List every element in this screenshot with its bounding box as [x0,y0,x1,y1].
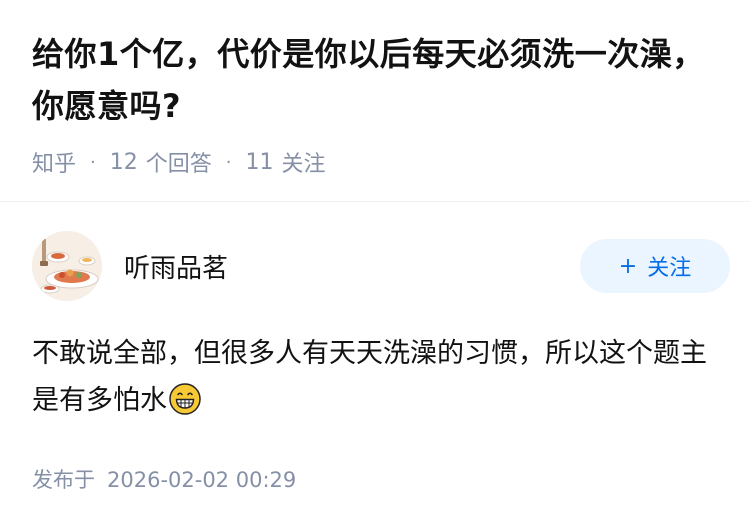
meta-separator: · [90,151,96,173]
meta-separator: · [225,151,232,173]
answer-text: 不敢说全部，但很多人有天天洗澡的习惯，所以这个题主是有多怕水 [32,338,707,416]
answers-label[interactable]: 个回答 [146,146,212,178]
author-row: 听雨品茗 + 关注 [32,231,730,301]
avatar[interactable] [32,231,102,301]
section-divider [0,201,750,202]
publish-timestamp: 发布于 2026-02-02 00:29 [32,464,722,494]
answer-card: 听雨品茗 + 关注 不敢说全部，但很多人有天天洗澡的习惯，所以这个题主是有多怕水… [32,231,730,494]
avatar-food-illustration [32,231,102,301]
question-header: 给你1个亿，代价是你以后每天必须洗一次澡，你愿意吗? 知乎 · 12 个回答 ·… [32,28,722,178]
published-label: 发布于 [32,468,95,492]
author-name[interactable]: 听雨品茗 [124,248,580,285]
question-meta: 知乎 · 12 个回答 · 11 关注 [32,146,722,178]
source-label[interactable]: 知乎 [32,146,76,178]
follow-button[interactable]: + 关注 [580,239,730,293]
published-time: 2026-02-02 00:29 [107,468,297,492]
plus-icon: + [618,253,638,279]
answer-content[interactable]: 不敢说全部，但很多人有天天洗澡的习惯，所以这个题主是有多怕水 [32,330,722,424]
grinning-face-icon [169,383,201,415]
followers-count: 11 [245,149,274,175]
question-title[interactable]: 给你1个亿，代价是你以后每天必须洗一次澡，你愿意吗? [32,28,722,132]
answers-count: 12 [109,149,138,175]
follow-label: 关注 [647,256,692,281]
followers-label[interactable]: 关注 [282,146,326,178]
